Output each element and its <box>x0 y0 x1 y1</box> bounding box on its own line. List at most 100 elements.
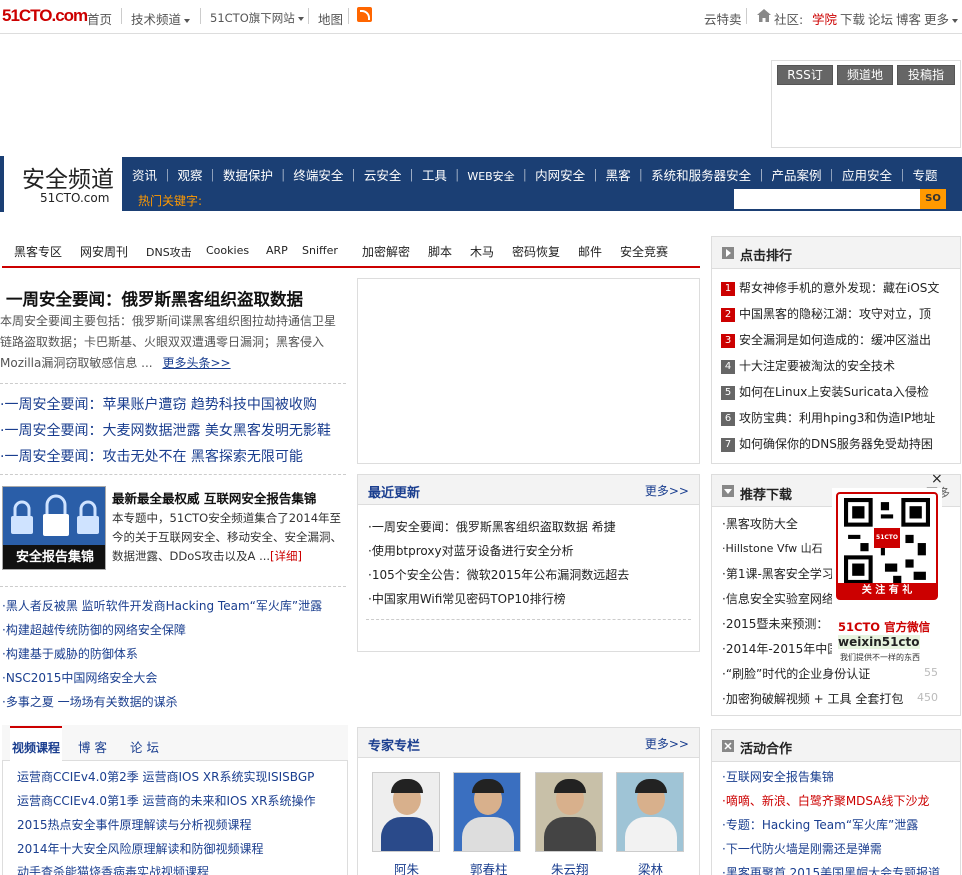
recommend-item[interactable]: ·2014年-2015年中国 <box>722 640 839 657</box>
divider <box>0 383 346 384</box>
ranking-item[interactable]: 6 攻防宝典：利用hping3和伪造IP地址 <box>721 409 935 426</box>
link-cloud-sale[interactable]: 云特卖 <box>704 9 742 28</box>
experts-more-link[interactable]: 更多>> <box>645 735 689 752</box>
channel-nav-item[interactable]: 工具 <box>422 168 447 183</box>
link-more[interactable]: 更多 <box>924 9 959 28</box>
channel-nav-item[interactable]: 产品案例 <box>772 168 822 183</box>
category-item[interactable]: ARP <box>266 244 288 257</box>
recommend-item[interactable]: ·黑客攻防大全 <box>722 515 798 532</box>
rss-subscribe-button[interactable]: RSS订阅 <box>777 65 833 100</box>
news-link[interactable]: ·一周安全要闻：苹果账户遭窃 趋势科技中国被收购 <box>0 394 317 414</box>
video-link[interactable]: 2014年十大安全风险原理解读和防御视频课程 <box>17 840 264 857</box>
news-link[interactable]: ·一周安全要闻：攻击无处不在 黑客探索无限可能 <box>0 446 303 466</box>
activity-item[interactable]: ·下一代防火墙是刚需还是弹需 <box>722 840 882 857</box>
recommend-item[interactable]: ·2015暨未来预测： <box>722 615 828 632</box>
activity-item[interactable]: ·嘀嘀、新浪、白鹭齐聚MDSA线下沙龙 <box>722 792 929 809</box>
nav-tech-channels[interactable]: 技术频道 <box>131 9 191 28</box>
tab-blog[interactable]: 博 客 <box>78 737 107 756</box>
video-link[interactable]: 动手查杀能猫烧香病毒实战视频课程 <box>17 863 209 875</box>
topic-link[interactable]: ·黑人者反被黑 监听软件开发商Hacking Team“军火库”泄露 <box>2 597 322 614</box>
feature-title[interactable]: 最新最全最权威 互联网安全报告集锦 <box>112 488 316 507</box>
search-input[interactable] <box>734 189 920 209</box>
expert-name[interactable]: 郭春柱 <box>470 859 508 875</box>
link-blog[interactable]: 博客 <box>896 9 921 28</box>
ranking-item[interactable]: 4 十大注定要被淘汰的安全技术 <box>721 357 895 374</box>
category-item[interactable]: Cookies <box>206 244 249 257</box>
category-item[interactable]: 安全竞赛 <box>620 243 668 260</box>
ranking-item[interactable]: 3 安全漏洞是如何造成的：缓冲区溢出 <box>721 331 931 348</box>
channel-nav-item[interactable]: 数据保护 <box>223 168 273 183</box>
video-link[interactable]: 2015热点安全事件原理解读与分析视频课程 <box>17 816 252 833</box>
recent-item[interactable]: ·使用btproxy对蓝牙设备进行安全分析 <box>368 542 574 559</box>
channel-nav-item[interactable]: 内网安全 <box>535 168 585 183</box>
nav-sub-sites[interactable]: 51CTO旗下网站 <box>210 10 304 26</box>
recent-item[interactable]: ·一周安全要闻：俄罗斯黑客组织盗取数据 希捷 <box>368 518 616 535</box>
submission-guide-button[interactable]: 投稿指南 <box>897 65 955 100</box>
nav-map[interactable]: 地图 <box>318 9 343 28</box>
search-button[interactable]: SO <box>920 189 946 209</box>
category-item[interactable]: 木马 <box>470 243 494 260</box>
topic-link[interactable]: ·构建基于威胁的防御体系 <box>2 645 138 662</box>
site-logo[interactable]: 51CTO.com <box>2 6 88 26</box>
recent-item[interactable]: ·中国家用Wifi常见密码TOP10排行榜 <box>368 590 566 607</box>
category-item[interactable]: 加密解密 <box>362 243 410 260</box>
channel-nav-item[interactable]: 专题 <box>912 168 937 183</box>
expert-name[interactable]: 阿朱 <box>394 859 419 875</box>
channel-nav-item[interactable]: 云安全 <box>364 168 402 183</box>
topic-link[interactable]: ·多事之夏 一场场有关数据的谋杀 <box>2 693 178 710</box>
avatar[interactable] <box>535 772 603 852</box>
ranking-item[interactable]: 2 中国黑客的隐秘江湖：攻守对立，顶 <box>721 305 931 322</box>
topic-link[interactable]: ·构建超越传统防御的网络安全保障 <box>2 621 186 638</box>
link-academy[interactable]: 学院 <box>812 9 837 28</box>
category-item[interactable]: 黑客专区 <box>14 243 62 260</box>
recommend-item[interactable]: ·第1课-黑客安全学习 <box>722 565 834 582</box>
activity-item[interactable]: ·专题：Hacking Team“军火库”泄露 <box>722 816 918 833</box>
video-link[interactable]: 运营商CCIEv4.0第2季 运营商IOS XR系统实现ISISBGP <box>17 768 314 785</box>
avatar[interactable] <box>372 772 440 852</box>
topic-link[interactable]: ·NSC2015中国网络安全大会 <box>2 669 157 686</box>
category-item[interactable]: Sniffer <box>302 244 338 257</box>
channel-nav-item[interactable]: 应用安全 <box>842 168 892 183</box>
close-icon[interactable]: × <box>931 471 943 487</box>
more-headlines-link[interactable]: 更多头条>> <box>162 356 230 370</box>
category-item[interactable]: 网安周刊 <box>80 243 128 260</box>
recommend-item[interactable]: ·Hillstone Vfw 山石 <box>722 540 823 556</box>
category-item[interactable]: 邮件 <box>578 243 602 260</box>
avatar[interactable] <box>616 772 684 852</box>
channel-nav-item[interactable]: 终端安全 <box>293 168 343 183</box>
video-link[interactable]: 运营商CCIEv4.0第1季 运营商的未来和IOS XR系统操作 <box>17 792 316 809</box>
feature-detail-link[interactable]: [详细] <box>270 549 302 563</box>
headline-title[interactable]: 一周安全要闻：俄罗斯黑客组织盗取数据 <box>6 286 303 310</box>
link-forum[interactable]: 论坛 <box>868 9 893 28</box>
recent-item[interactable]: ·105个安全公告：微软2015年公布漏洞数远超去 <box>368 566 629 583</box>
nav-home[interactable]: 首页 <box>87 9 112 28</box>
avatar[interactable] <box>453 772 521 852</box>
expert-name[interactable]: 梁林 <box>638 859 663 875</box>
activity-item[interactable]: ·黑客再聚首 2015美国黑帽大会专题报道 <box>722 864 940 875</box>
category-item[interactable]: 脚本 <box>428 243 452 260</box>
expert-name[interactable]: 朱云翔 <box>551 859 589 875</box>
news-link[interactable]: ·一周安全要闻：大麦网数据泄露 美女黑客发明无影鞋 <box>0 420 331 440</box>
tab-video-courses[interactable]: 视频课程 <box>10 726 63 762</box>
channel-map-button[interactable]: 频道地图 <box>837 65 893 100</box>
recommend-item[interactable]: ·加密狗破解视频 + 工具 全套打包 <box>722 690 903 707</box>
link-download[interactable]: 下载 <box>840 9 865 28</box>
activities-header: 活动合作 <box>712 730 960 762</box>
channel-nav-item[interactable]: 资讯 <box>132 168 157 183</box>
recommend-item[interactable]: ·“刷脸”时代的企业身份认证 <box>722 665 870 682</box>
ranking-item[interactable]: 1 帮女神修手机的意外发现：藏在iOS文 <box>721 279 939 296</box>
ranking-item[interactable]: 7 如何确保你的DNS服务器免受劫持困 <box>721 435 933 452</box>
tab-forum[interactable]: 论 坛 <box>130 737 159 756</box>
category-item[interactable]: DNS攻击 <box>146 244 192 260</box>
channel-nav-item[interactable]: WEB安全 <box>467 170 514 183</box>
recent-more-link[interactable]: 更多>> <box>645 482 689 499</box>
activity-item[interactable]: ·互联网安全报告集锦 <box>722 768 834 785</box>
rss-icon[interactable] <box>357 7 372 22</box>
recommend-item[interactable]: ·信息安全实验室网络 <box>722 590 834 607</box>
ranking-item[interactable]: 5 如何在Linux上安装Suricata入侵检 <box>721 383 929 400</box>
channel-nav-item[interactable]: 系统和服务器安全 <box>651 168 751 183</box>
channel-nav-item[interactable]: 黑客 <box>606 168 631 183</box>
channel-nav-item[interactable]: 观察 <box>177 168 202 183</box>
category-item[interactable]: 密码恢复 <box>512 243 560 260</box>
feature-image[interactable]: 安全报告集锦 <box>2 486 106 570</box>
